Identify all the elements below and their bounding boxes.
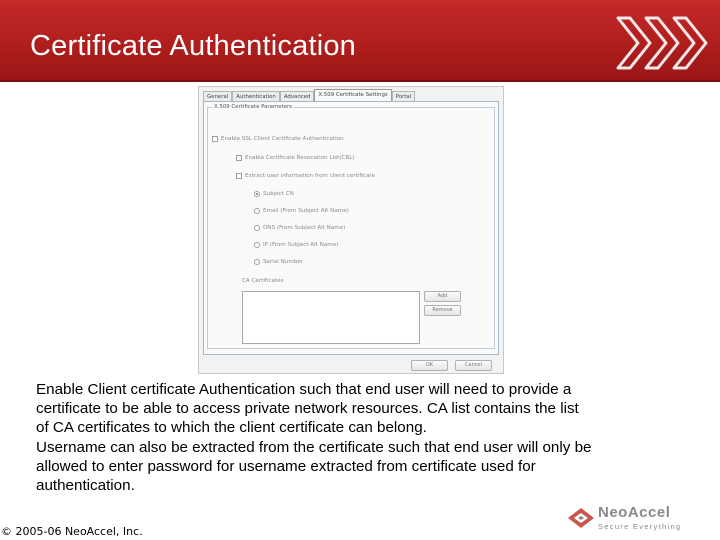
enable-crl-label: Enable Certificate Revocation List(CRL) bbox=[245, 155, 355, 161]
body-line: authentication. bbox=[36, 477, 135, 495]
radio-serial-number-button[interactable] bbox=[254, 259, 260, 265]
slide-header: Certificate Authentication bbox=[0, 0, 720, 80]
radio-dns-button[interactable] bbox=[254, 225, 260, 231]
enable-ssl-option[interactable]: Enable SSL Client Certificate Authentica… bbox=[212, 136, 344, 142]
radio-email[interactable]: Email (From Subject Alt Name) bbox=[254, 208, 349, 214]
tab-portal[interactable]: Portal bbox=[391, 91, 416, 101]
radio-label: Serial Number bbox=[263, 259, 304, 265]
radio-serial-number[interactable]: Serial Number bbox=[254, 259, 303, 265]
radio-email-button[interactable] bbox=[254, 208, 260, 214]
radio-dns[interactable]: DNS (From Subject Alt Name) bbox=[254, 225, 345, 231]
ca-certificates-list[interactable] bbox=[242, 291, 420, 344]
radio-label: Subject CN bbox=[263, 191, 294, 197]
slide-body: Enable Client certificate Authentication… bbox=[36, 380, 706, 495]
body-line: of CA certificates to which the client c… bbox=[36, 419, 427, 437]
body-line: allowed to enter password for username e… bbox=[36, 457, 536, 475]
chevron-arrows-icon bbox=[616, 16, 708, 70]
slide-title: Certificate Authentication bbox=[30, 30, 356, 62]
radio-ip[interactable]: IP (From Subject Alt Name) bbox=[254, 242, 338, 248]
copyright-text: © 2005-06 NeoAccel, Inc. bbox=[1, 525, 143, 538]
tab-panel: X.509 Certificate Parameters Enable SSL … bbox=[203, 101, 499, 355]
radio-label: IP (From Subject Alt Name) bbox=[263, 242, 339, 248]
cancel-button[interactable]: Cancel bbox=[455, 360, 492, 371]
enable-ssl-checkbox[interactable] bbox=[212, 136, 218, 142]
neoaccel-logo: NeoAccel Secure Everything bbox=[566, 503, 716, 535]
add-button[interactable]: Add bbox=[424, 291, 461, 302]
radio-subject-cn[interactable]: Subject CN bbox=[254, 191, 294, 197]
tab-general[interactable]: General bbox=[203, 91, 233, 101]
radio-ip-button[interactable] bbox=[254, 242, 260, 248]
extract-user-label: Extract user information from client cer… bbox=[245, 173, 376, 179]
body-line: Enable Client certificate Authentication… bbox=[36, 381, 572, 398]
body-line: certificate to be able to access private… bbox=[36, 400, 579, 418]
remove-button[interactable]: Remove bbox=[424, 305, 461, 316]
radio-label: Email (From Subject Alt Name) bbox=[263, 208, 349, 214]
ok-button[interactable]: OK bbox=[411, 360, 448, 371]
x509-parameters-group: X.509 Certificate Parameters Enable SSL … bbox=[207, 104, 495, 349]
tab-x509-certificate-settings[interactable]: X.509 Certificate Settings bbox=[314, 89, 392, 101]
logo-mark-icon bbox=[568, 508, 594, 528]
tab-authentication[interactable]: Authentication bbox=[232, 91, 280, 101]
body-line: Username can also be extracted from the … bbox=[36, 438, 592, 456]
enable-crl-checkbox[interactable] bbox=[236, 155, 242, 161]
certificate-settings-dialog: General Authentication Advanced X.509 Ce… bbox=[198, 86, 504, 374]
tab-advanced[interactable]: Advanced bbox=[279, 91, 315, 101]
group-title: X.509 Certificate Parameters bbox=[212, 104, 294, 110]
extract-user-option[interactable]: Extract user information from client cer… bbox=[236, 173, 375, 179]
ca-certificates-label: CA Certificates bbox=[242, 278, 284, 284]
dialog-tabs: General Authentication Advanced X.509 Ce… bbox=[203, 89, 416, 101]
logo-tagline: Secure Everything bbox=[598, 522, 682, 531]
enable-crl-option[interactable]: Enable Certificate Revocation List(CRL) bbox=[236, 155, 355, 161]
header-divider bbox=[0, 80, 720, 82]
enable-ssl-label: Enable SSL Client Certificate Authentica… bbox=[221, 136, 344, 142]
radio-label: DNS (From Subject Alt Name) bbox=[263, 225, 346, 231]
logo-name: NeoAccel bbox=[598, 504, 671, 521]
extract-user-checkbox[interactable] bbox=[236, 173, 242, 179]
radio-subject-cn-button[interactable] bbox=[254, 191, 260, 197]
